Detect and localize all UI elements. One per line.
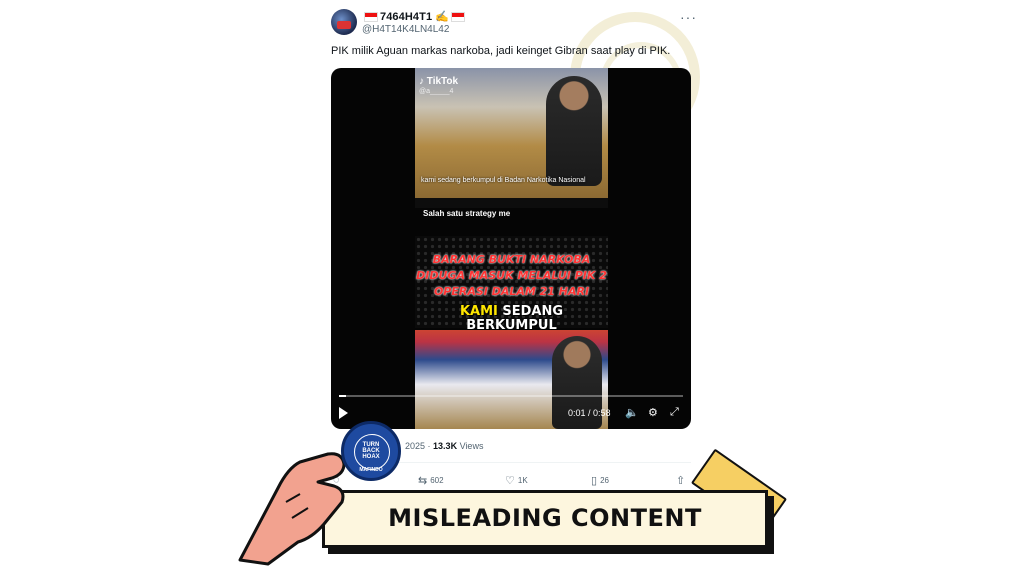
- settings-icon[interactable]: ⚙: [648, 406, 658, 419]
- tweet-meta: 2025 · 13.3K Views: [405, 441, 484, 451]
- retweet-button[interactable]: ⇆ 602: [418, 474, 444, 487]
- video-progress-bar[interactable]: [339, 395, 683, 397]
- video-time: 0:01 / 0:58: [568, 408, 611, 418]
- video-kami-text: KAMI SEDANG BERKUMPUL: [459, 304, 564, 333]
- video-caption-2: Salah satu strategy me: [423, 209, 511, 218]
- user-handle[interactable]: @H4T14K4LN4L42: [362, 24, 449, 35]
- retweet-icon: ⇆: [418, 475, 428, 487]
- share-icon: ⇧: [676, 475, 686, 487]
- flag-icon: [451, 12, 466, 23]
- avatar[interactable]: [331, 9, 357, 35]
- play-icon[interactable]: [339, 407, 348, 419]
- video-caption: kami sedang berkumpul di Badan Narkotika…: [421, 177, 586, 184]
- heart-icon: ♡: [505, 475, 515, 487]
- volume-icon[interactable]: 🔈: [625, 406, 639, 419]
- fullscreen-icon[interactable]: ⤢: [670, 406, 679, 419]
- misleading-label: MISLEADING CONTENT: [388, 504, 702, 532]
- bookmark-icon: ▯: [591, 475, 598, 487]
- display-name[interactable]: 7464H4T1 ✍: [362, 10, 467, 23]
- more-horizontal-icon[interactable]: ···: [680, 9, 697, 25]
- bookmark-button[interactable]: ▯ 26: [591, 474, 609, 487]
- like-button[interactable]: ♡ 1K: [505, 474, 528, 487]
- flag-icon: [364, 12, 378, 23]
- share-button[interactable]: ⇧: [676, 474, 688, 487]
- video-player[interactable]: ♪ TikTok @a_____4 kami sedang berkumpul …: [331, 68, 691, 429]
- turn-back-hoax-badge: TURN BACK HOAX MAFINDO: [341, 421, 401, 481]
- video-headline: BARANG BUKTI NARKOBA DIDUGA MASUK MELALU…: [416, 253, 607, 298]
- tiktok-handle: @a_____4: [419, 88, 454, 95]
- tiktok-logo: ♪ TikTok: [419, 76, 459, 87]
- tweet-text: PIK milik Aguan markas narkoba, jadi kei…: [331, 45, 671, 57]
